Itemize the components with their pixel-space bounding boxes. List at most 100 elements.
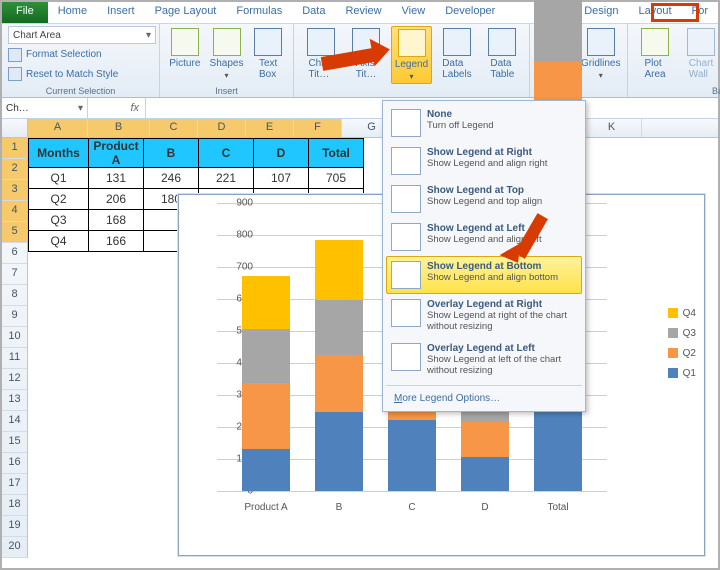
row-header-11[interactable]: 11 [2, 348, 27, 369]
data-labels-button[interactable]: Data Labels [436, 26, 477, 84]
table-header-cell[interactable]: Total [309, 139, 364, 168]
row-header-6[interactable]: 6 [2, 243, 27, 264]
bar-B[interactable] [315, 240, 363, 491]
column-header-B[interactable]: B [88, 119, 150, 137]
table-cell[interactable]: 168 [89, 210, 144, 231]
tab-file[interactable]: File [2, 2, 48, 23]
bar-segment-Q1 [388, 420, 436, 491]
axis-titles-button[interactable]: Axis Tit… [345, 26, 386, 84]
row-headers: 1234567891011121314151617181920 [2, 138, 28, 558]
tab-format[interactable]: For [682, 2, 719, 23]
table-header-cell[interactable]: D [254, 139, 309, 168]
legend-option-subtitle: Turn off Legend [427, 120, 577, 131]
row-header-17[interactable]: 17 [2, 474, 27, 495]
row-header-2[interactable]: 2 [2, 159, 27, 180]
column-header-C[interactable]: C [150, 119, 198, 137]
row-header-14[interactable]: 14 [2, 411, 27, 432]
row-header-13[interactable]: 13 [2, 390, 27, 411]
column-header-F[interactable]: F [294, 119, 342, 137]
column-header-K[interactable]: K [582, 119, 642, 137]
legend-option-6[interactable]: Overlay Legend at LeftShow Legend at lef… [386, 338, 582, 382]
table-header-cell[interactable]: Months [29, 139, 89, 168]
x-tick-label: Total [547, 502, 568, 513]
table-cell[interactable]: 246 [144, 168, 199, 189]
legend-option-icon [391, 343, 421, 371]
legend-entry-Q4[interactable]: Q4 [668, 303, 696, 323]
row-header-3[interactable]: 3 [2, 180, 27, 201]
row-header-8[interactable]: 8 [2, 285, 27, 306]
chart-element-selector[interactable]: Chart Area ▾ [8, 26, 156, 44]
legend-option-title: Show Legend at Left [427, 223, 577, 234]
tab-home[interactable]: Home [48, 2, 97, 23]
legend-button[interactable]: Legend▾ [391, 26, 433, 84]
row-header-1[interactable]: 1 [2, 138, 27, 159]
tab-view[interactable]: View [392, 2, 436, 23]
format-selection-button[interactable]: Format Selection [8, 46, 153, 63]
name-box[interactable]: Ch… ▾ [2, 98, 88, 118]
legend-entry-Q3[interactable]: Q3 [668, 323, 696, 343]
legend-option-5[interactable]: Overlay Legend at RightShow Legend at ri… [386, 294, 582, 338]
tab-developer[interactable]: Developer [435, 2, 505, 23]
ribbon: Chart Area ▾ Format Selection Reset to M… [2, 24, 718, 98]
data-table-button[interactable]: Data Table [482, 26, 523, 84]
legend-option-subtitle: Show Legend and align left [427, 234, 577, 245]
row-header-20[interactable]: 20 [2, 537, 27, 558]
shapes-button[interactable]: Shapes▾ [208, 26, 246, 80]
row-header-15[interactable]: 15 [2, 432, 27, 453]
table-cell[interactable]: Q1 [29, 168, 89, 189]
tab-page-layout[interactable]: Page Layout [145, 2, 227, 23]
column-header-E[interactable]: E [246, 119, 294, 137]
reset-style-button[interactable]: Reset to Match Style [8, 66, 153, 83]
table-cell[interactable]: 206 [89, 189, 144, 210]
row-header-19[interactable]: 19 [2, 516, 27, 537]
table-cell[interactable]: 705 [309, 168, 364, 189]
table-cell[interactable]: 131 [89, 168, 144, 189]
legend-entry-Q2[interactable]: Q2 [668, 343, 696, 363]
table-cell[interactable]: 166 [89, 231, 144, 252]
legend-dropdown-menu: NoneTurn off LegendShow Legend at RightS… [382, 100, 586, 412]
row-header-4[interactable]: 4 [2, 201, 27, 222]
chart-title-button[interactable]: Chart Tit… [300, 26, 341, 84]
table-header-cell[interactable]: Product A [89, 139, 144, 168]
legend-option-title: Overlay Legend at Right [427, 299, 577, 310]
table-cell[interactable]: 221 [199, 168, 254, 189]
column-header-D[interactable]: D [198, 119, 246, 137]
column-header-A[interactable]: A [28, 119, 88, 137]
legend-option-2[interactable]: Show Legend at TopShow Legend and top al… [386, 180, 582, 218]
row-header-7[interactable]: 7 [2, 264, 27, 285]
plot-area-button[interactable]: Plot Area [634, 26, 676, 80]
text-box-button[interactable]: Text Box [249, 26, 287, 80]
row-header-12[interactable]: 12 [2, 369, 27, 390]
more-legend-options[interactable]: More Legend Options… [386, 389, 582, 408]
legend-entry-Q1[interactable]: Q1 [668, 363, 696, 383]
bar-Product A[interactable] [242, 276, 290, 491]
legend-option-3[interactable]: Show Legend at LeftShow Legend and align… [386, 218, 582, 256]
legend-option-0[interactable]: NoneTurn off Legend [386, 104, 582, 142]
row-header-9[interactable]: 9 [2, 306, 27, 327]
fx-label[interactable]: fx [88, 98, 146, 118]
row-header-18[interactable]: 18 [2, 495, 27, 516]
gridlines-button[interactable]: Gridlines▾ [581, 26, 622, 80]
table-header-cell[interactable]: C [199, 139, 254, 168]
table-cell[interactable]: Q4 [29, 231, 89, 252]
table-cell[interactable]: Q3 [29, 210, 89, 231]
table-header-cell[interactable]: B [144, 139, 199, 168]
legend-option-icon [391, 147, 421, 175]
picture-button[interactable]: Picture [166, 26, 204, 80]
tab-review[interactable]: Review [335, 2, 391, 23]
legend-option-4[interactable]: Show Legend at BottomShow Legend and ali… [386, 256, 582, 294]
row-header-16[interactable]: 16 [2, 453, 27, 474]
chart-wall-button[interactable]: Chart Wall [680, 26, 720, 80]
legend-option-1[interactable]: Show Legend at RightShow Legend and alig… [386, 142, 582, 180]
tab-layout[interactable]: Layout [628, 2, 681, 23]
row-header-5[interactable]: 5 [2, 222, 27, 243]
tab-design[interactable]: Design [574, 2, 628, 23]
tab-data[interactable]: Data [292, 2, 335, 23]
tab-formulas[interactable]: Formulas [226, 2, 292, 23]
table-cell[interactable]: 107 [254, 168, 309, 189]
tab-insert[interactable]: Insert [97, 2, 145, 23]
select-all-corner[interactable] [2, 119, 28, 137]
data-table-icon [488, 28, 516, 56]
table-cell[interactable]: Q2 [29, 189, 89, 210]
row-header-10[interactable]: 10 [2, 327, 27, 348]
